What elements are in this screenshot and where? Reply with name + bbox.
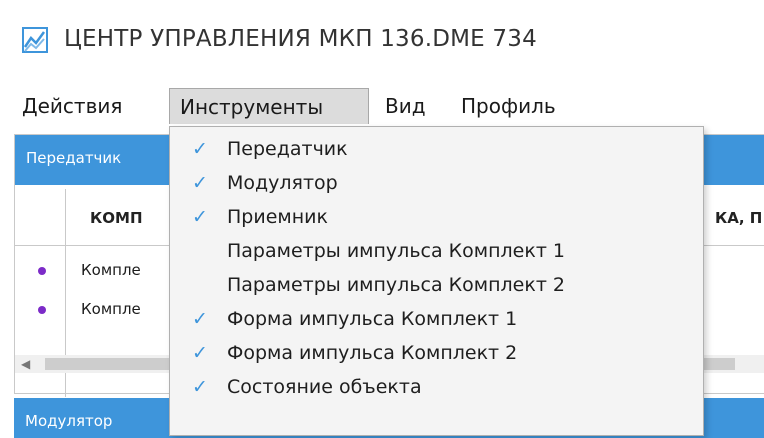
- column-header-set[interactable]: КОМП: [90, 209, 143, 227]
- menu-item-label: Передатчик: [227, 138, 348, 160]
- menu-item-modulator[interactable]: ✓ Модулятор: [170, 170, 703, 204]
- menu-item-pulse-params-1[interactable]: Параметры импульса Комплект 1: [170, 238, 703, 272]
- menu-item-receiver[interactable]: ✓ Приемник: [170, 204, 703, 238]
- row-name: Компле: [81, 300, 141, 318]
- menu-item-label: Приемник: [227, 206, 328, 228]
- scroll-left-icon[interactable]: ◀: [21, 357, 30, 371]
- menu-item-label: Состояние объекта: [227, 376, 422, 398]
- check-icon: ✓: [192, 308, 208, 330]
- check-icon: ✓: [192, 138, 208, 160]
- window-title: ЦЕНТР УПРАВЛЕНИЯ МКП 136.DME 734: [64, 26, 537, 52]
- menu-view[interactable]: Вид: [385, 88, 426, 124]
- menu-item-label: Форма импульса Комплект 2: [227, 342, 518, 364]
- menu-item-pulse-params-2[interactable]: Параметры импульса Комплект 2: [170, 272, 703, 306]
- menu-profile[interactable]: Профиль: [461, 88, 556, 124]
- column-header-right[interactable]: КА, П: [715, 209, 762, 227]
- menu-item-transmitter[interactable]: ✓ Передатчик: [170, 136, 703, 170]
- app-chart-icon: [22, 27, 48, 53]
- title-bar: ЦЕНТР УПРАВЛЕНИЯ МКП 136.DME 734: [0, 0, 764, 80]
- row-name: Компле: [81, 261, 141, 279]
- menu-item-label: Модулятор: [227, 172, 338, 194]
- menu-tools[interactable]: Инструменты: [169, 88, 369, 124]
- panel-title: Модулятор: [25, 412, 113, 430]
- panel-title: Передатчик: [26, 149, 122, 167]
- menu-item-label: Форма импульса Комплект 1: [227, 308, 518, 330]
- menu-item-label: Параметры импульса Комплект 1: [227, 240, 566, 262]
- menu-item-label: Параметры импульса Комплект 2: [227, 274, 566, 296]
- menu-item-pulse-shape-2[interactable]: ✓ Форма импульса Комплект 2: [170, 340, 703, 374]
- check-icon: ✓: [192, 172, 208, 194]
- menu-bar: Действия Инструменты Вид Профиль: [0, 80, 764, 126]
- menu-actions[interactable]: Действия: [22, 88, 122, 124]
- menu-item-pulse-shape-1[interactable]: ✓ Форма импульса Комплект 1: [170, 306, 703, 340]
- check-icon: ✓: [192, 342, 208, 364]
- status-dot-icon: [38, 267, 46, 275]
- tools-dropdown-menu: ✓ Передатчик ✓ Модулятор ✓ Приемник Пара…: [169, 126, 704, 436]
- status-dot-icon: [38, 306, 46, 314]
- check-icon: ✓: [192, 376, 208, 398]
- check-icon: ✓: [192, 206, 208, 228]
- menu-item-object-state[interactable]: ✓ Состояние объекта: [170, 374, 703, 408]
